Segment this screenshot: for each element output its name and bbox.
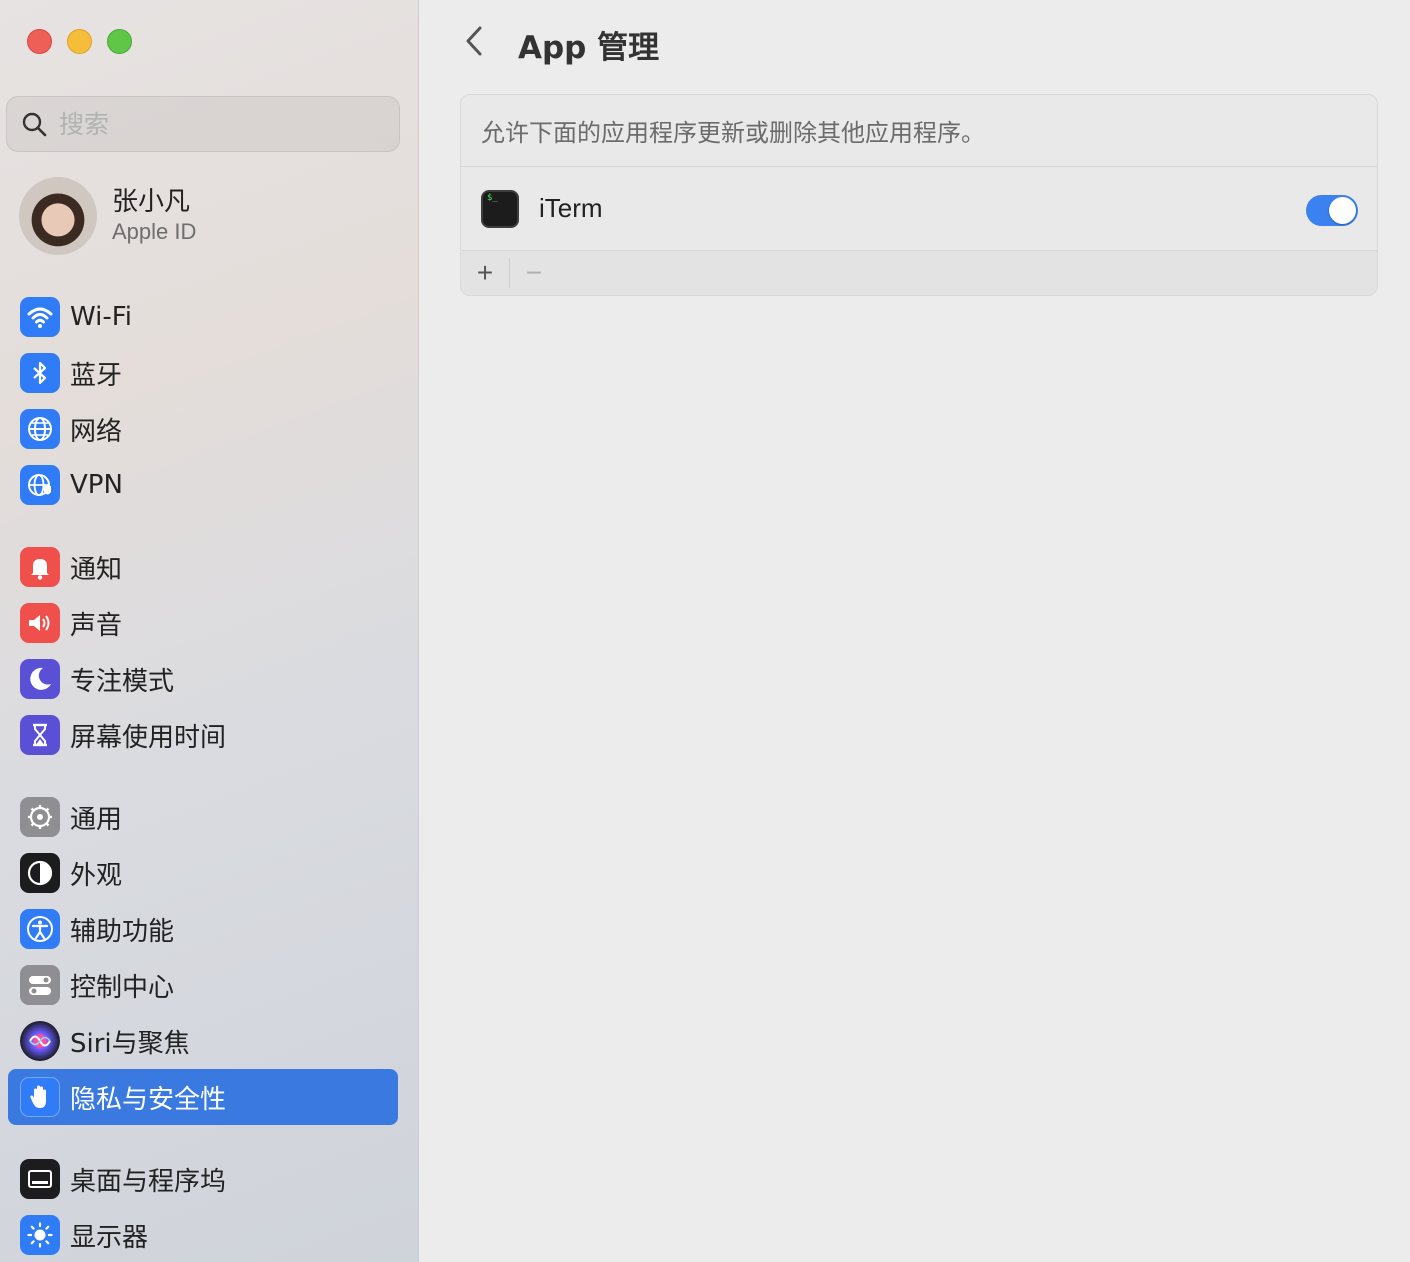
account-name: 张小凡 xyxy=(112,187,191,217)
minimize-window-button[interactable] xyxy=(67,29,92,54)
bluetooth-icon xyxy=(20,353,60,393)
hand-icon xyxy=(20,1077,60,1117)
siri-icon xyxy=(20,1021,60,1061)
sidebar-item-notifications[interactable]: 通知 xyxy=(8,539,398,595)
speaker-icon xyxy=(20,603,60,643)
panel-description: 允许下面的应用程序更新或删除其他应用程序。 xyxy=(461,95,1377,167)
sidebar-item-label: 通用 xyxy=(70,804,123,835)
window-controls xyxy=(27,29,132,54)
page-title: App 管理 xyxy=(518,30,660,66)
sidebar-item-wifi[interactable]: Wi-Fi xyxy=(8,289,398,345)
toggle-knob xyxy=(1329,197,1356,224)
sidebar-item-desktop-dock[interactable]: 桌面与程序坞 xyxy=(8,1151,398,1207)
sidebar-item-displays[interactable]: 显示器 xyxy=(8,1207,398,1262)
sidebar-item-label: Wi-Fi xyxy=(70,302,133,332)
sidebar-item-focus[interactable]: 专注模式 xyxy=(8,651,398,707)
sidebar-item-general[interactable]: 通用 xyxy=(8,789,398,845)
search-field[interactable] xyxy=(6,96,400,152)
search-input[interactable] xyxy=(59,109,359,139)
sidebar-item-accessibility[interactable]: 辅助功能 xyxy=(8,901,398,957)
add-app-button[interactable]: + xyxy=(461,251,509,295)
appearance-icon xyxy=(20,853,60,893)
sidebar-item-label: 网络 xyxy=(70,416,123,447)
maximize-window-button[interactable] xyxy=(107,29,132,54)
iterm-enable-toggle[interactable] xyxy=(1306,195,1358,226)
sidebar-item-label: 外观 xyxy=(70,860,123,891)
sidebar-item-label: 专注模式 xyxy=(70,666,175,697)
search-icon xyxy=(22,112,47,137)
sidebar-item-vpn[interactable]: VPN xyxy=(8,457,398,513)
sidebar-item-label: 声音 xyxy=(70,610,123,641)
sidebar-item-appearance[interactable]: 外观 xyxy=(8,845,398,901)
sidebar-item-privacy-security[interactable]: 隐私与安全性 xyxy=(8,1069,398,1125)
sidebar-item-label: 辅助功能 xyxy=(70,916,175,947)
vpn-globe-icon xyxy=(20,465,60,505)
account-subtitle: Apple ID xyxy=(112,219,197,244)
sidebar-item-label: 蓝牙 xyxy=(70,360,123,391)
sidebar-item-sound[interactable]: 声音 xyxy=(8,595,398,651)
sidebar-item-label: 控制中心 xyxy=(70,972,175,1003)
app-name: iTerm xyxy=(539,193,603,223)
sidebar-item-label: 桌面与程序坞 xyxy=(70,1166,227,1197)
sun-icon xyxy=(20,1215,60,1255)
sidebar-item-label: Siri与聚焦 xyxy=(70,1028,190,1059)
bell-icon xyxy=(20,547,60,587)
sidebar-item-control-center[interactable]: 控制中心 xyxy=(8,957,398,1013)
accessibility-icon xyxy=(20,909,60,949)
sidebar-item-screen-time[interactable]: 屏幕使用时间 xyxy=(8,707,398,763)
sidebar-item-label: VPN xyxy=(70,470,123,500)
globe-icon xyxy=(20,409,60,449)
sidebar-item-network[interactable]: 网络 xyxy=(8,401,398,457)
hourglass-icon xyxy=(20,715,60,755)
app-row-iterm[interactable]: iTerm xyxy=(461,167,1377,251)
close-window-button[interactable] xyxy=(27,29,52,54)
wifi-icon xyxy=(20,297,60,337)
sidebar-item-label: 隐私与安全性 xyxy=(70,1084,227,1115)
avatar xyxy=(19,177,97,255)
dock-icon xyxy=(20,1159,60,1199)
sidebar: 张小凡 Apple ID Wi-Fi 蓝牙 网络 VPN 通知 xyxy=(0,0,419,1262)
sidebar-item-siri[interactable]: Siri与聚焦 xyxy=(8,1013,398,1069)
gear-icon xyxy=(20,797,60,837)
sidebar-item-label: 通知 xyxy=(70,554,123,585)
sidebar-item-label: 显示器 xyxy=(70,1222,149,1253)
iterm-app-icon xyxy=(481,189,519,228)
apple-id-account[interactable]: 张小凡 Apple ID xyxy=(19,177,196,255)
control-center-icon xyxy=(20,965,60,1005)
sidebar-item-bluetooth[interactable]: 蓝牙 xyxy=(8,345,398,401)
main-content: App 管理 允许下面的应用程序更新或删除其他应用程序。 iTerm + − xyxy=(420,0,1410,1262)
app-management-panel: 允许下面的应用程序更新或删除其他应用程序。 iTerm + − xyxy=(460,94,1378,296)
list-actions-bar: + − xyxy=(461,251,1377,295)
back-button[interactable] xyxy=(460,24,490,58)
remove-app-button[interactable]: − xyxy=(510,251,558,295)
sidebar-item-label: 屏幕使用时间 xyxy=(70,722,227,753)
moon-icon xyxy=(20,659,60,699)
